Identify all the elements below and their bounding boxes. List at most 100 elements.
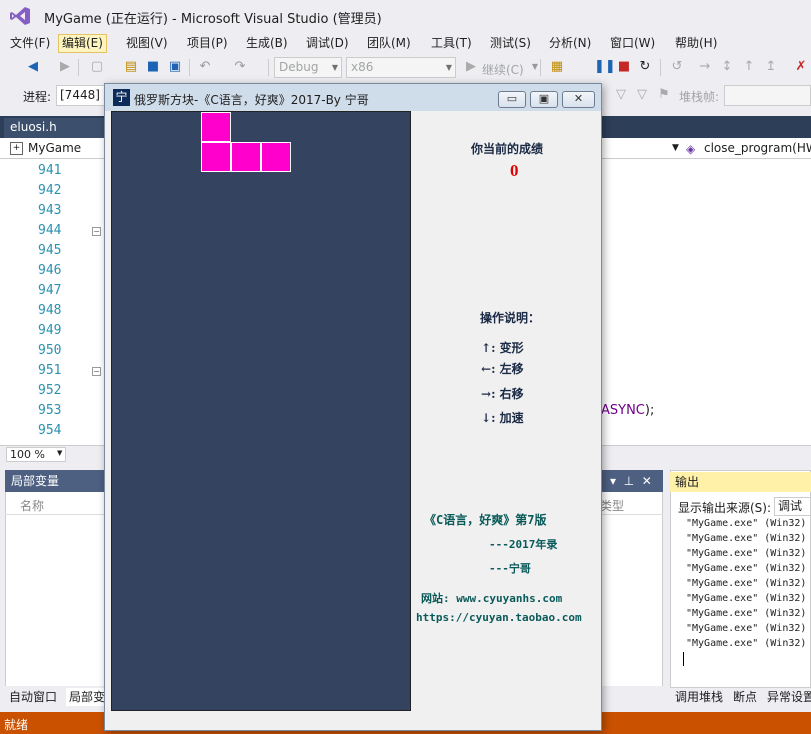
tetromino-block (261, 142, 291, 172)
menu-test[interactable]: 测试(S) (487, 34, 534, 53)
menu-edit[interactable]: 编辑(E) (58, 34, 107, 53)
website-line: 网站: www.cyuyanhs.com (421, 590, 562, 606)
open-file-icon[interactable]: ▤ (122, 58, 140, 76)
stack-frame-select[interactable] (724, 85, 811, 106)
output-line: "MyGame.exe" (Win32) (686, 623, 807, 634)
new-item-icon[interactable]: ▢ (88, 58, 106, 76)
step-into-icon[interactable]: → (696, 58, 714, 76)
restart-icon[interactable]: ↻ (636, 58, 654, 76)
redo-icon[interactable]: ↷ (231, 58, 249, 76)
control-action: 变形 (499, 341, 524, 355)
show-next-statement-icon[interactable]: ↺ (668, 58, 686, 76)
output-window-title: 输出 (670, 472, 811, 492)
close-icon[interactable]: ✕ (642, 474, 652, 488)
member-dropdown-label: close_program(HW (704, 141, 811, 155)
tab-call-stack[interactable]: 调用堆栈 (672, 688, 726, 706)
menu-help[interactable]: 帮助(H) (672, 34, 720, 53)
menu-tools[interactable]: 工具(T) (428, 34, 475, 53)
right-arrow-icon: → (481, 387, 492, 401)
menu-team[interactable]: 团队(M) (364, 34, 414, 53)
line-number: 947 (38, 283, 62, 298)
toggle-filter-icon[interactable]: ▽ (633, 86, 651, 104)
control-left: ←: 左移 (481, 360, 524, 377)
collapse-outline-icon[interactable]: − (92, 367, 101, 376)
chevron-down-icon[interactable]: ▼ (526, 58, 544, 76)
output-line: "MyGame.exe" (Win32) (686, 563, 807, 574)
tab-eluosi-h[interactable]: eluosi.h (4, 118, 104, 138)
pin-icon[interactable]: ⊥ (624, 474, 634, 488)
column-header-type[interactable]: 类型 (600, 497, 624, 514)
project-dropdown-label: MyGame (28, 141, 82, 155)
solution-platform-select[interactable]: x86 ▼ (346, 57, 456, 78)
maximize-button[interactable]: ▣ (530, 91, 558, 108)
output-line: "MyGame.exe" (Win32) (686, 533, 807, 544)
menu-build[interactable]: 生成(B) (243, 34, 291, 53)
menu-view[interactable]: 视图(V) (123, 34, 171, 53)
colon: : (491, 411, 500, 425)
continue-button[interactable]: 继续(C) (482, 61, 524, 78)
pause-icon[interactable]: ❚❚ (594, 58, 616, 76)
member-dropdown[interactable]: ◈ close_program(HW (686, 140, 811, 157)
tetromino-block (201, 142, 231, 172)
continue-icon[interactable]: ▶ (462, 58, 480, 76)
tab-breakpoints[interactable]: 断点 (730, 688, 760, 706)
chevron-down-icon: ▼ (331, 63, 338, 72)
chevron-down-icon[interactable]: ▼ (672, 140, 679, 157)
column-header-name[interactable]: 名称 (20, 497, 44, 514)
step-out-icon[interactable]: ↑ (740, 58, 758, 76)
line-number: 951 (38, 363, 62, 378)
tetris-playfield[interactable] (111, 111, 411, 711)
score-label: 你当前的成绩 (471, 142, 544, 156)
output-line: "MyGame.exe" (Win32) (686, 578, 807, 589)
window-position-icon[interactable]: ▾ (610, 474, 616, 488)
maximize-icon: ▣ (538, 92, 550, 105)
colon: : (491, 362, 500, 376)
menu-analyze[interactable]: 分析(N) (546, 34, 594, 53)
solution-config-select[interactable]: Debug ▼ (274, 57, 342, 78)
undo-icon[interactable]: ↶ (196, 58, 214, 76)
minimize-icon: ▭ (506, 92, 518, 105)
exception-settings-icon[interactable]: ✗ (792, 58, 810, 76)
tab-autos[interactable]: 自动窗口 (6, 688, 60, 706)
project-dropdown[interactable]: + MyGame (10, 140, 81, 157)
visual-studio-logo-icon (10, 7, 30, 25)
control-action: 加速 (499, 411, 524, 425)
stack-frame-label: 堆栈帧: (679, 90, 720, 104)
output-caret (683, 652, 684, 666)
menu-debug[interactable]: 调试(D) (303, 34, 352, 53)
forward-icon[interactable]: ▶ (56, 58, 74, 76)
left-arrow-icon: ← (481, 362, 492, 376)
tab-exception-settings[interactable]: 异常设置 (764, 688, 811, 706)
game-window-title: 俄罗斯方块-《C语言，好爽》2017-By 宁哥 (134, 93, 369, 107)
close-button[interactable]: ✕ (562, 91, 595, 108)
back-icon[interactable]: ◀ (24, 58, 42, 76)
chevron-down-icon: ▼ (57, 449, 63, 457)
stop-icon[interactable]: ■ (615, 58, 633, 76)
menu-file[interactable]: 文件(F) (7, 34, 53, 53)
control-right: →: 右移 (481, 385, 524, 402)
menu-project[interactable]: 项目(P) (184, 34, 231, 53)
line-number: 949 (38, 323, 62, 338)
output-source-select[interactable]: 调试 (774, 497, 811, 516)
tab-locals[interactable]: 局部变 (66, 688, 109, 706)
save-all-icon[interactable]: ▣ (166, 58, 184, 76)
line-number: 943 (38, 203, 62, 218)
credit-year: ---2017年录 (489, 538, 558, 551)
line-number: 944 (38, 223, 62, 238)
save-icon[interactable]: ■ (144, 58, 162, 76)
thread-flag-icon[interactable]: ⚑ (655, 86, 673, 104)
output-line: "MyGame.exe" (Win32) (686, 518, 807, 529)
solution-platform-value: x86 (351, 60, 374, 74)
step-over-icon[interactable]: ↕ (718, 58, 736, 76)
book-title: 《C语言，好爽》第7版 (424, 513, 547, 527)
step-back-icon[interactable]: ↥ (762, 58, 780, 76)
toolbar-separator (78, 59, 79, 76)
minimize-button[interactable]: ▭ (498, 91, 526, 108)
down-arrow-icon: ↓ (481, 411, 492, 425)
filter-icon[interactable]: ▽ (612, 86, 630, 104)
collapse-outline-icon[interactable]: − (92, 227, 101, 236)
tetromino-block (201, 112, 231, 142)
menu-window[interactable]: 窗口(W) (607, 34, 658, 53)
line-number: 953 (38, 403, 62, 418)
debug-target-icon[interactable]: ▦ (548, 58, 566, 76)
